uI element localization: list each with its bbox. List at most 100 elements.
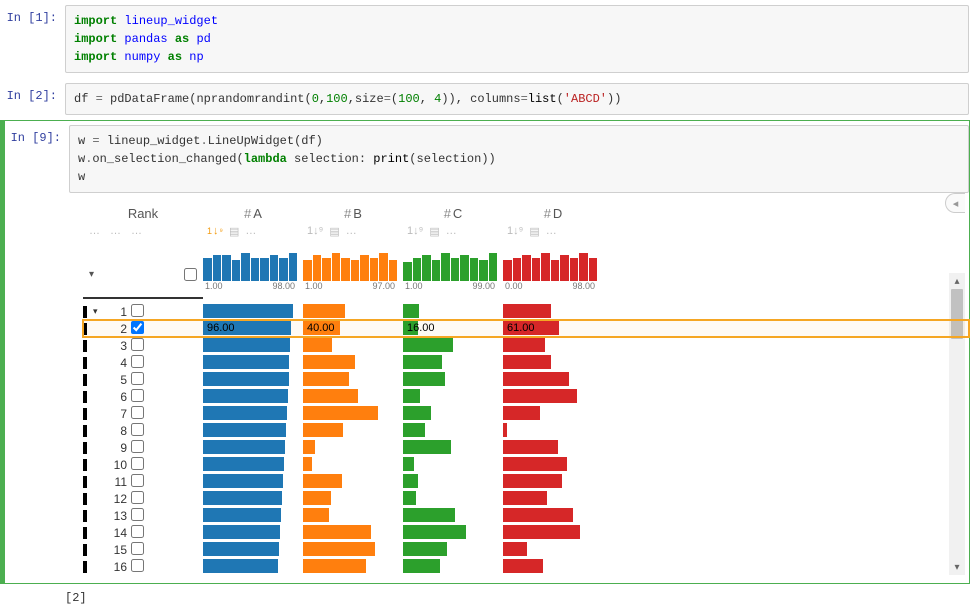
column-header-D[interactable]: #D	[503, 206, 603, 221]
code-input-1[interactable]: import lineup_widget import pandas as pd…	[65, 5, 969, 73]
bar-cell-C[interactable]	[403, 372, 503, 387]
bar-cell-D[interactable]	[503, 525, 603, 540]
column-header-A[interactable]: #A	[203, 206, 303, 221]
bar-cell-B[interactable]	[303, 525, 403, 540]
bar-cell-D[interactable]	[503, 457, 603, 472]
sort-icon[interactable]: 1↓⁹	[407, 225, 423, 237]
select-all-checkbox[interactable]	[184, 268, 197, 281]
bar-cell-B[interactable]	[303, 457, 403, 472]
more-icon[interactable]: …	[131, 225, 142, 237]
row-checkbox[interactable]	[131, 304, 144, 317]
bar-cell-A[interactable]	[203, 304, 303, 319]
bar-cell-C[interactable]	[403, 474, 503, 489]
bar-cell-C[interactable]	[403, 440, 503, 455]
bar-cell-B[interactable]	[303, 491, 403, 506]
expand-caret-icon[interactable]: ▾	[93, 306, 103, 317]
column-header-B[interactable]: #B	[303, 206, 403, 221]
bar-cell-C[interactable]	[403, 525, 503, 540]
bar-cell-A[interactable]	[203, 440, 303, 455]
bar-cell-B[interactable]	[303, 440, 403, 455]
code-cell-3[interactable]: In [9]: w = lineup_widget.LineUpWidget(d…	[0, 120, 970, 584]
row-checkbox[interactable]	[131, 389, 144, 402]
row-checkbox[interactable]	[131, 423, 144, 436]
row-checkbox[interactable]	[131, 457, 144, 470]
more-icon[interactable]: …	[546, 225, 557, 237]
row-checkbox[interactable]	[131, 321, 144, 334]
view-grid-icon[interactable]: ▤	[229, 225, 239, 238]
table-row[interactable]: ▾8	[83, 422, 969, 439]
table-row[interactable]: ▾12	[83, 490, 969, 507]
more-icon[interactable]: …	[110, 225, 121, 237]
bar-cell-C[interactable]	[403, 406, 503, 421]
view-grid-icon[interactable]: ▤	[429, 225, 439, 238]
table-row[interactable]: ▾5	[83, 371, 969, 388]
bar-cell-B[interactable]	[303, 474, 403, 489]
bar-cell-D[interactable]	[503, 406, 603, 421]
bar-cell-A[interactable]	[203, 406, 303, 421]
code-input-3[interactable]: w = lineup_widget.LineUpWidget(df) w.on_…	[69, 125, 969, 193]
code-input-2[interactable]: df = pdDataFrame(nprandomrandint(0,100,s…	[65, 83, 969, 115]
table-row[interactable]: ▾7	[83, 405, 969, 422]
bar-cell-A[interactable]	[203, 423, 303, 438]
table-row[interactable]: ▾15	[83, 541, 969, 558]
bar-cell-D[interactable]	[503, 440, 603, 455]
bar-cell-B[interactable]	[303, 389, 403, 404]
code-cell-2[interactable]: In [2]: df = pdDataFrame(nprandomrandint…	[0, 78, 970, 120]
row-checkbox[interactable]	[131, 372, 144, 385]
bar-cell-C[interactable]	[403, 457, 503, 472]
more-icon[interactable]: …	[446, 225, 457, 237]
bar-cell-D[interactable]	[503, 338, 603, 353]
more-icon[interactable]: …	[245, 225, 256, 237]
bar-cell-A[interactable]	[203, 338, 303, 353]
bar-cell-B[interactable]	[303, 508, 403, 523]
row-checkbox[interactable]	[131, 338, 144, 351]
bar-cell-C[interactable]	[403, 338, 503, 353]
bar-cell-A[interactable]	[203, 372, 303, 387]
table-row[interactable]: ▾1	[83, 303, 969, 320]
view-grid-icon[interactable]: ▤	[529, 225, 539, 238]
histogram-A[interactable]	[203, 251, 297, 281]
bar-cell-B[interactable]	[303, 406, 403, 421]
bar-cell-A[interactable]	[203, 542, 303, 557]
bar-cell-D[interactable]	[503, 355, 603, 370]
table-row[interactable]: ▾11	[83, 473, 969, 490]
table-row[interactable]: ▾9	[83, 439, 969, 456]
row-checkbox[interactable]	[131, 355, 144, 368]
bar-cell-A[interactable]	[203, 525, 303, 540]
column-header-rank[interactable]: Rank	[83, 206, 203, 221]
bar-cell-A[interactable]: 96.00	[203, 321, 303, 336]
bar-cell-B[interactable]	[303, 423, 403, 438]
histogram-B[interactable]	[303, 251, 397, 281]
bar-cell-C[interactable]	[403, 508, 503, 523]
row-checkbox[interactable]	[131, 508, 144, 521]
bar-cell-B[interactable]: 40.00	[303, 321, 403, 336]
table-row[interactable]: ▾4	[83, 354, 969, 371]
row-checkbox[interactable]	[131, 542, 144, 555]
histogram-D[interactable]	[503, 251, 597, 281]
row-checkbox[interactable]	[131, 491, 144, 504]
scrollbar-vertical[interactable]: ▴ ▾	[949, 273, 965, 575]
more-icon[interactable]: …	[89, 225, 100, 237]
row-checkbox[interactable]	[131, 440, 144, 453]
sort-icon[interactable]: 1↓⁹	[507, 225, 523, 237]
bar-cell-B[interactable]	[303, 355, 403, 370]
bar-cell-C[interactable]	[403, 423, 503, 438]
bar-cell-B[interactable]	[303, 542, 403, 557]
bar-cell-B[interactable]	[303, 338, 403, 353]
row-checkbox[interactable]	[131, 525, 144, 538]
table-row[interactable]: ▾296.0040.0016.0061.00	[83, 320, 969, 337]
more-icon[interactable]: …	[346, 225, 357, 237]
code-cell-1[interactable]: In [1]: import lineup_widget import pand…	[0, 0, 970, 78]
table-row[interactable]: ▾10	[83, 456, 969, 473]
bar-cell-C[interactable]	[403, 542, 503, 557]
bar-cell-C[interactable]	[403, 304, 503, 319]
bar-cell-B[interactable]	[303, 304, 403, 319]
bar-cell-A[interactable]	[203, 355, 303, 370]
row-checkbox[interactable]	[131, 474, 144, 487]
scroll-down-icon[interactable]: ▾	[949, 559, 965, 575]
bar-cell-B[interactable]	[303, 372, 403, 387]
row-checkbox[interactable]	[131, 559, 144, 572]
collapse-caret-icon[interactable]: ▾	[89, 269, 94, 280]
bar-cell-C[interactable]	[403, 491, 503, 506]
bar-cell-C[interactable]	[403, 389, 503, 404]
